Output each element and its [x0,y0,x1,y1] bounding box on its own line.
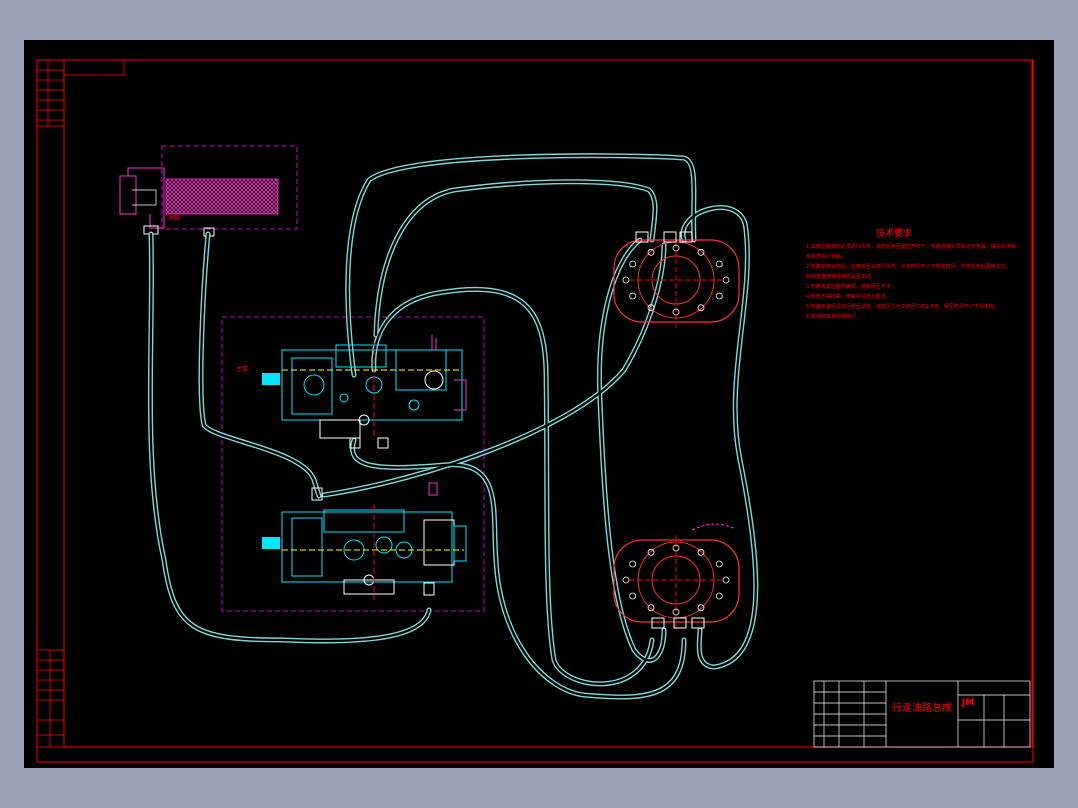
motor-bolt [697,548,705,556]
sheet-border [36,59,1034,763]
left-index-table [36,59,125,748]
technical-requirements: 技术要求 1.油管在使用前必须进行清洗，清洗后用压缩空气吹干，管路连接处须保证无… [806,227,1016,320]
motor-bolt [647,604,655,612]
motor-bolt [715,560,723,568]
motor-bolt [622,276,630,284]
motor-bolt [697,248,705,256]
main-pump-upper [262,335,467,440]
motor-bolt [715,592,723,600]
motor-bolt [715,260,723,268]
motor-bolt [722,276,730,284]
tech-req-title: 技术要求 [876,227,912,239]
tech-req-line: 5.管路安装后须进行耐压试验，试验压力为工作压力的1.5倍，保压时间不少于规定值… [806,303,999,310]
drawing-sheet: 行走油路总成 JM 技术要求 1.油管在使用前必须进行清洗，清洗后用压缩空气吹干… [24,40,1054,768]
motor-bolt [697,604,705,612]
motor-bolt [629,592,637,600]
tech-req-line: 4.软管不得扭曲，弯曲半径符合要求。 [806,293,891,300]
tech-req-line: 3.管路布置应整齐美观，避免相互干涉。 [806,283,896,290]
tech-req-line: 2.管路安装完毕后，应用液压油进行冲洗，冲洗时间不少于规定时间，冲洗完毕后更换滤… [806,263,1011,270]
motor-bolt [622,576,630,584]
hydraulic-hoses [150,156,755,697]
hose-fittings [311,437,435,596]
tech-req-line: 6.其余按有关标准执行。 [806,313,861,320]
main-pump-lower [262,482,467,600]
motor-bolt [647,248,655,256]
tech-req-line: 1.油管在使用前必须进行清洗，清洗后用压缩空气吹干，管路连接处须保证无泄漏，接头… [806,243,1016,250]
title-block [813,680,1031,748]
motor-bolt [629,292,637,300]
tech-req-line: 并检查各管路连接处是否松动。 [806,273,876,280]
hydraulic-tank: 油箱 [119,145,298,237]
motor-bolt [722,576,730,584]
tank-filter-element [165,178,279,215]
drawing-name: 行走油路总成 [892,701,952,714]
motor-bolt [697,304,705,312]
tank-label: 油箱 [168,214,180,222]
motor-bolt [629,560,637,568]
pump-label: 主泵 [236,365,248,373]
travel-motor-lower [613,523,740,629]
company-logo: JM [961,698,974,708]
tech-req-line: 有杂质进入管路。 [806,253,846,260]
motor-bolt [629,260,637,268]
motor-bolt [715,292,723,300]
motor-bolt [647,548,655,556]
